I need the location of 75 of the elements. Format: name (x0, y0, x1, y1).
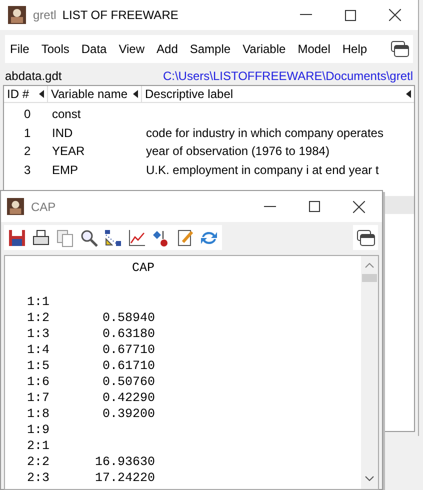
menu-item[interactable]: Add (156, 40, 178, 58)
table-cell: code for industry in which company operates (146, 126, 384, 140)
observation-label: 1:7 (27, 391, 50, 405)
table-cell: U.K. employment in company i at end year t (146, 162, 379, 177)
app-name: gretl (33, 7, 56, 24)
table-cell: year of observation (1976 to 1984) (146, 144, 330, 158)
scroll-up-icon[interactable] (365, 263, 374, 268)
save-icon[interactable] (8, 228, 26, 246)
column-header[interactable]: Variable name (48, 86, 142, 102)
scroll-thumb[interactable] (362, 274, 377, 282)
column-header[interactable]: Descriptive label (142, 86, 414, 102)
search-icon[interactable] (80, 228, 98, 246)
data-value: 0.50760 (102, 375, 155, 389)
app-icon (8, 6, 26, 24)
observation-label: 1:9 (27, 423, 50, 437)
edit-icon[interactable] (176, 228, 194, 246)
menu-item[interactable]: File (10, 40, 30, 58)
window-title: CAP (31, 198, 56, 216)
column-header[interactable]: ID # (4, 86, 48, 102)
data-value: 0.58940 (102, 311, 155, 325)
minimize-icon[interactable] (264, 206, 276, 208)
data-value: 0.63180 (102, 327, 155, 341)
data-value: 16.93630 (94, 455, 155, 469)
observation-label: 1:1 (27, 295, 50, 309)
sort-arrow-icon[interactable] (406, 90, 411, 98)
diamond-icon[interactable] (152, 228, 170, 246)
menu-item[interactable]: Sample (190, 40, 231, 58)
data-value: 17.24220 (94, 471, 155, 485)
window-title: LIST OF FREEWARE (62, 7, 178, 24)
data-value: 0.67710 (102, 343, 155, 357)
observation-label: 2:2 (27, 455, 50, 469)
observation-label: 1:6 (27, 375, 50, 389)
data-value: 0.61710 (102, 359, 155, 373)
table-cell: 1 (24, 126, 31, 140)
table-cell: EMP (52, 162, 78, 177)
windows-icon[interactable] (391, 41, 409, 57)
table-cell: YEAR (52, 144, 85, 158)
menu-item[interactable]: Help (342, 40, 368, 58)
sort-arrow-icon[interactable] (133, 90, 138, 98)
observation-label: 1:5 (27, 359, 50, 373)
line-graph-icon[interactable] (128, 228, 146, 246)
table-cell: const (52, 107, 81, 122)
minimize-icon[interactable] (300, 14, 312, 16)
data-value: 0.42290 (102, 391, 155, 405)
observation-label: 2:3 (27, 471, 50, 485)
table-cell: 2 (24, 144, 31, 158)
menu-item[interactable]: View (118, 40, 145, 58)
table-cell: IND (52, 126, 73, 140)
observation-label: 1:8 (27, 407, 50, 421)
close-icon[interactable] (353, 200, 365, 212)
print-icon[interactable] (32, 228, 50, 246)
scrollbar[interactable] (361, 256, 378, 489)
close-icon[interactable] (389, 9, 401, 21)
table-cell: 3 (24, 162, 31, 177)
app-icon (7, 198, 24, 215)
table-cell: 0 (24, 107, 31, 122)
maximize-icon[interactable] (309, 201, 320, 212)
windows-icon[interactable] (356, 230, 374, 246)
dataset-filename: abdata.gdt (5, 68, 62, 85)
menu-item[interactable]: Variable (242, 40, 286, 58)
sort-arrow-icon[interactable] (39, 90, 44, 98)
data-value: 0.39200 (102, 407, 155, 421)
menu-item[interactable]: Data (81, 40, 107, 58)
menu-item[interactable]: Model (298, 40, 330, 58)
menu-item[interactable]: Tools (41, 40, 70, 58)
copy-icon[interactable] (56, 228, 74, 246)
dataset-path: C:\Users\LISTOFFREEWARE\Documents\gretl (162, 68, 413, 85)
observation-label: 1:3 (27, 327, 50, 341)
observation-label: 1:4 (27, 343, 50, 357)
column-heading: CAP (131, 260, 155, 276)
observation-label: 1:2 (27, 311, 50, 325)
maximize-icon[interactable] (345, 10, 356, 20)
observation-label: 2:1 (27, 439, 50, 453)
sort-icon[interactable] (104, 228, 122, 246)
scroll-down-icon[interactable] (365, 476, 374, 481)
